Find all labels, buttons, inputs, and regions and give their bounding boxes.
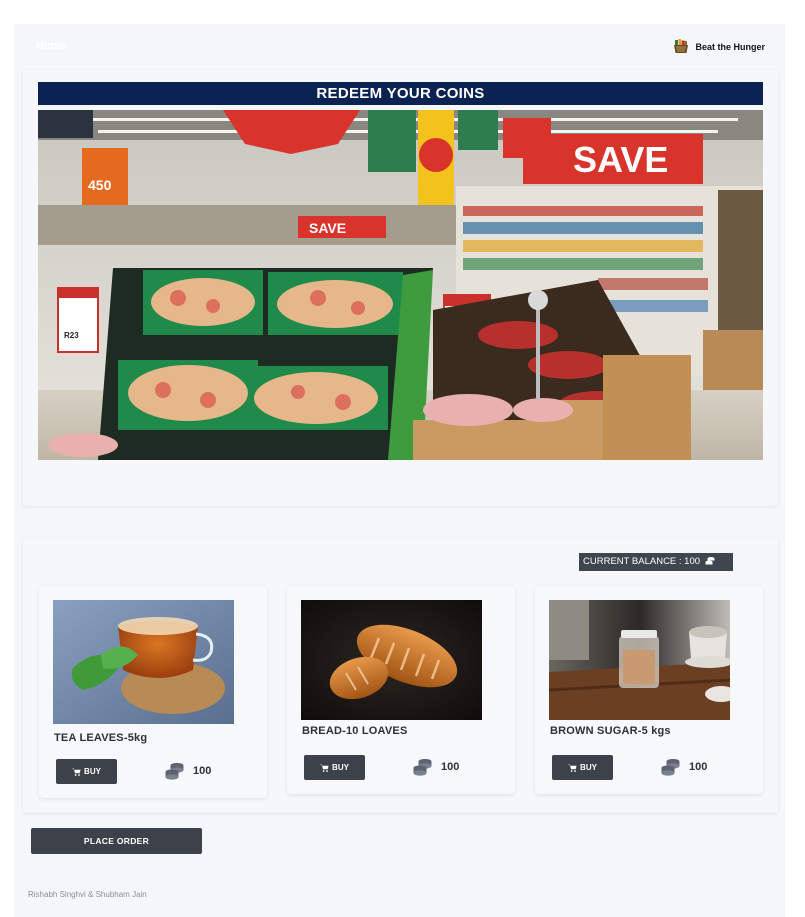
product-card-tea: TEA LEAVES-5kg BUY 100 (39, 586, 267, 798)
coin-stack-icon (705, 557, 715, 565)
price-value: 100 (193, 765, 212, 777)
buy-button[interactable]: BUY (304, 755, 365, 780)
hero-card: REDEEM YOUR COINS SAVE 450 SAVE R23 (23, 70, 778, 506)
footer-credits: Rishabh Singhvi & Shubham Jain (28, 890, 147, 899)
price-value: 100 (689, 761, 708, 773)
grocery-basket-icon (674, 39, 689, 53)
buy-button[interactable]: BUY (552, 755, 613, 780)
app-container: Home Beat the Hunger REDEEM YOUR COINS S… (14, 24, 785, 917)
bread-loaves-photo (301, 600, 482, 720)
footer: Rishabh Singhvi & Shubham Jain (14, 862, 785, 917)
place-order-button[interactable]: PLACE ORDER (31, 828, 202, 854)
product-price: 100 (412, 758, 459, 776)
coin-stack-icon (165, 762, 184, 780)
buy-label: BUY (332, 763, 349, 772)
buy-label: BUY (84, 767, 101, 776)
current-balance: CURRENT BALANCE : 100 (579, 553, 733, 571)
buy-label: BUY (580, 763, 597, 772)
coin-stack-icon (413, 758, 432, 776)
tea-cup-photo (53, 600, 234, 724)
nav-home-link[interactable]: Home (36, 40, 67, 52)
svg-text:450: 450 (88, 177, 112, 193)
cart-icon (72, 768, 81, 776)
navbar: Home Beat the Hunger (14, 24, 785, 68)
product-price: 100 (164, 762, 211, 780)
product-price: 100 (660, 758, 707, 776)
cart-icon (568, 764, 577, 772)
product-name: BROWN SUGAR-5 kgs (550, 725, 671, 737)
brand[interactable]: Beat the Hunger (673, 39, 765, 55)
brand-name: Beat the Hunger (695, 42, 765, 52)
product-name: TEA LEAVES-5kg (54, 732, 148, 744)
coin-stack-icon (661, 758, 680, 776)
balance-label: CURRENT BALANCE : 100 (583, 556, 701, 567)
buy-button[interactable]: BUY (56, 759, 117, 784)
product-name: BREAD-10 LOAVES (302, 725, 408, 737)
supermarket-produce-photo: SAVE 450 SAVE R23 (38, 110, 763, 460)
svg-text:SAVE: SAVE (309, 220, 346, 236)
product-card-bread: BREAD-10 LOAVES BUY 100 (287, 586, 515, 794)
page: Home Beat the Hunger REDEEM YOUR COINS S… (0, 0, 805, 917)
cart-icon (320, 764, 329, 772)
svg-text:R23: R23 (64, 331, 79, 340)
sugar-jar-photo (549, 600, 730, 720)
shop-card: CURRENT BALANCE : 100 TEA LEAVES-5kg BUY… (23, 538, 778, 813)
product-card-sugar: BROWN SUGAR-5 kgs BUY 100 (535, 586, 763, 794)
hero-title: REDEEM YOUR COINS (38, 82, 763, 105)
svg-text:SAVE: SAVE (573, 139, 668, 180)
price-value: 100 (441, 761, 460, 773)
